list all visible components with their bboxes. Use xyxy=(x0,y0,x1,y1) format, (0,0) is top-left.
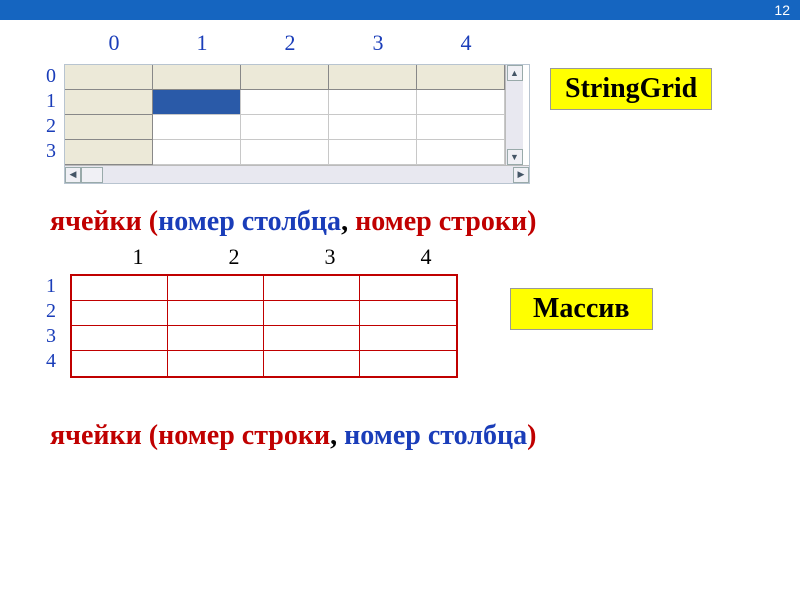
array-cell xyxy=(360,276,456,301)
array-label: Массив xyxy=(510,288,653,330)
page-number: 12 xyxy=(774,2,790,18)
caption-stringgrid: ячейки (номер столбца, номер строки) xyxy=(50,206,770,238)
grid-cell[interactable] xyxy=(417,90,505,115)
array-cell xyxy=(360,326,456,351)
array-row-headers: 1 2 3 4 xyxy=(46,274,56,374)
grid-cell-selected[interactable] xyxy=(153,90,241,115)
col-header: 2 xyxy=(246,30,334,56)
array-cell xyxy=(168,301,264,326)
grid-cell[interactable] xyxy=(241,65,329,90)
caption-text: номер столбца xyxy=(344,420,527,451)
grid-cell[interactable] xyxy=(241,90,329,115)
grid-cell[interactable] xyxy=(153,65,241,90)
row-header: 1 xyxy=(46,274,56,299)
array-cell xyxy=(264,301,360,326)
row-header: 2 xyxy=(46,299,56,324)
array-cell xyxy=(264,276,360,301)
stringgrid-label: StringGrid xyxy=(550,68,712,110)
array-cell xyxy=(168,351,264,376)
array-cell xyxy=(168,276,264,301)
grid-cell[interactable] xyxy=(241,115,329,140)
horizontal-scrollbar[interactable]: ◀ ▶ xyxy=(65,165,529,183)
stringgrid-col-headers: 0 1 2 3 4 xyxy=(70,30,510,56)
array-cell xyxy=(264,326,360,351)
array-cell xyxy=(72,351,168,376)
row-header: 2 xyxy=(38,114,56,139)
col-header: 2 xyxy=(186,244,282,270)
caption-text: ) xyxy=(527,420,536,451)
caption-text: номер строки xyxy=(158,420,330,451)
caption-text: номер строки xyxy=(355,206,527,237)
stringgrid-control[interactable]: ▲ ▼ xyxy=(64,64,530,184)
grid-cell[interactable] xyxy=(153,140,241,165)
caption-text: ячейки ( xyxy=(50,420,158,451)
caption-text: ячейки ( xyxy=(50,206,158,237)
caption-text: ) xyxy=(527,206,536,237)
grid-cell[interactable] xyxy=(417,65,505,90)
caption-array: ячейки (номер строки, номер столбца) xyxy=(50,420,770,452)
row-header: 3 xyxy=(46,324,56,349)
grid-cell[interactable] xyxy=(329,90,417,115)
grid-cell[interactable] xyxy=(329,115,417,140)
grid-cell[interactable] xyxy=(329,140,417,165)
grid-cell[interactable] xyxy=(241,140,329,165)
array-cell xyxy=(72,301,168,326)
array-cell xyxy=(264,351,360,376)
scroll-up-icon[interactable]: ▲ xyxy=(507,65,523,81)
caption-text: номер столбца xyxy=(158,206,341,237)
grid-cell[interactable] xyxy=(153,115,241,140)
col-header: 3 xyxy=(282,244,378,270)
grid-cell[interactable] xyxy=(329,65,417,90)
row-header: 0 xyxy=(38,64,56,89)
array-cell xyxy=(72,276,168,301)
caption-text: , xyxy=(330,420,344,451)
scroll-down-icon[interactable]: ▼ xyxy=(507,149,523,165)
col-header: 1 xyxy=(90,244,186,270)
grid-cell[interactable] xyxy=(65,140,153,165)
array-cell xyxy=(168,326,264,351)
col-header: 4 xyxy=(378,244,474,270)
col-header: 4 xyxy=(422,30,510,56)
col-header: 0 xyxy=(70,30,158,56)
title-bar: 12 xyxy=(0,0,800,20)
scroll-right-icon[interactable]: ▶ xyxy=(513,167,529,183)
vertical-scrollbar[interactable]: ▲ ▼ xyxy=(505,65,523,165)
col-header: 1 xyxy=(158,30,246,56)
stringgrid-row-headers: 0 1 2 3 xyxy=(38,64,56,164)
grid-cell[interactable] xyxy=(417,140,505,165)
row-header: 1 xyxy=(38,89,56,114)
grid-cell[interactable] xyxy=(65,65,153,90)
scroll-thumb[interactable] xyxy=(81,167,103,183)
stringgrid-cells: ▲ ▼ xyxy=(65,65,529,165)
scroll-left-icon[interactable]: ◀ xyxy=(65,167,81,183)
row-header: 3 xyxy=(38,139,56,164)
row-header: 4 xyxy=(46,349,56,374)
array-col-headers: 1 2 3 4 xyxy=(90,244,474,270)
grid-cell[interactable] xyxy=(65,90,153,115)
array-cell xyxy=(360,301,456,326)
array-cell xyxy=(360,351,456,376)
caption-text: , xyxy=(341,206,355,237)
grid-cell[interactable] xyxy=(417,115,505,140)
stringgrid-block: 0 1 2 3 4 0 1 2 3 ▲ ▼ xyxy=(30,30,770,200)
grid-cell[interactable] xyxy=(65,115,153,140)
array-block: 1 2 3 4 1 2 3 4 Массив xyxy=(30,244,770,414)
slide-content: 0 1 2 3 4 0 1 2 3 ▲ ▼ xyxy=(0,20,800,472)
col-header: 3 xyxy=(334,30,422,56)
array-table xyxy=(70,274,458,378)
array-cell xyxy=(72,326,168,351)
